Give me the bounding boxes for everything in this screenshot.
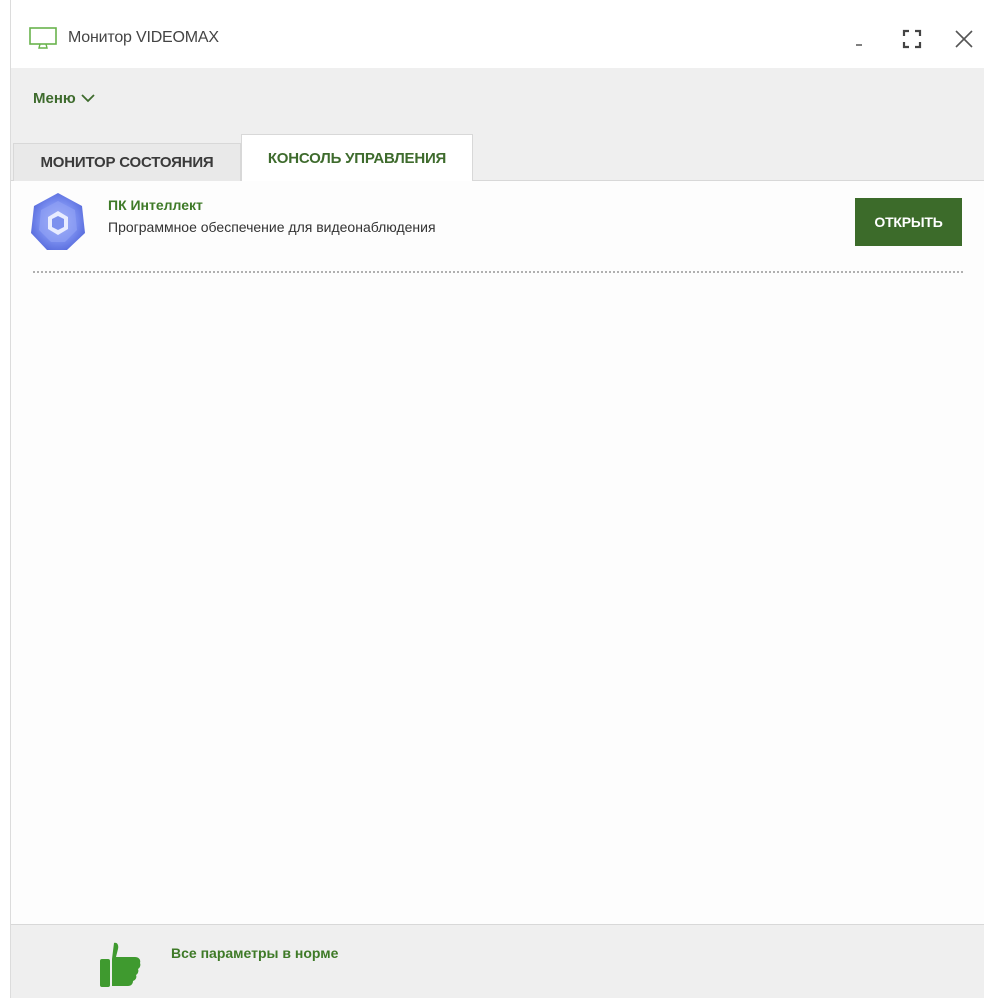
menu-label: Меню (33, 90, 76, 107)
tab-control-console[interactable]: КОНСОЛЬ УПРАВЛЕНИЯ (241, 134, 473, 182)
menu-button[interactable]: Меню (33, 90, 95, 107)
open-button[interactable]: ОТКРЫТЬ (855, 198, 962, 246)
status-text: Все параметры в норме (171, 945, 339, 961)
item-title[interactable]: ПК Интеллект (108, 197, 203, 213)
list-item: ПК Интеллект Программное обеспечение для… (11, 181, 984, 273)
status-bar: Все параметры в норме (11, 924, 984, 998)
chevron-down-icon (81, 90, 95, 107)
thumbs-up-icon (97, 939, 143, 989)
menu-bar: Меню (11, 68, 984, 134)
app-window: Монитор VIDEOMAX Меню МОНИТОР СОСТОЯНИЯ … (10, 0, 984, 998)
close-icon[interactable] (947, 22, 981, 56)
tab-bar: МОНИТОР СОСТОЯНИЯ КОНСОЛЬ УПРАВЛЕНИЯ (11, 134, 984, 182)
item-description: Программное обеспечение для видеонаблюде… (108, 219, 436, 235)
item-divider (33, 271, 963, 273)
tab-status-monitor[interactable]: МОНИТОР СОСТОЯНИЯ (13, 143, 241, 181)
window-title: Монитор VIDEOMAX (68, 29, 219, 46)
maximize-icon[interactable] (895, 22, 929, 56)
monitor-icon (29, 26, 57, 50)
intellect-logo-icon (27, 191, 89, 253)
title-bar: Монитор VIDEOMAX (11, 0, 984, 68)
minimize-icon[interactable] (843, 22, 877, 56)
console-panel: ПК Интеллект Программное обеспечение для… (11, 181, 984, 924)
